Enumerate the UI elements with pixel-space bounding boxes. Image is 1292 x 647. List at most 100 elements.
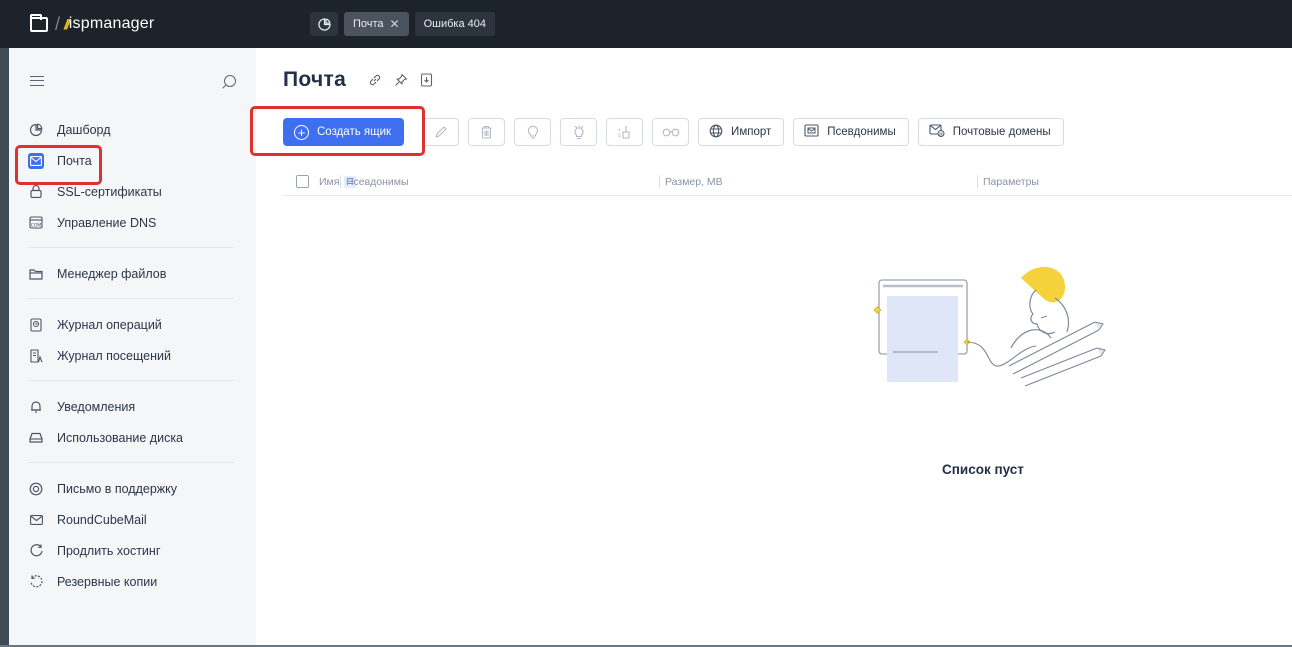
brand-separator: / [55, 13, 61, 34]
import-button[interactable]: Импорт [698, 118, 785, 146]
sidebar-item-label: Управление DNS [57, 215, 157, 230]
import-label: Импорт [731, 126, 772, 138]
tab-error-404[interactable]: Ошибка 404 [414, 12, 496, 36]
lock-icon [28, 184, 44, 200]
empty-list-illustration [873, 266, 1106, 387]
edit-button[interactable] [422, 118, 460, 146]
column-separator [340, 175, 341, 188]
sidebar: Дашборд Почта SSL-сертификаты COM Управл… [9, 48, 256, 645]
tab-error-404-label: Ошибка 404 [423, 18, 487, 30]
svg-text:COM: COM [31, 223, 42, 229]
column-header-name-label: Имя [319, 175, 340, 188]
page-title: Почта [283, 68, 347, 91]
sidebar-item-file-manager[interactable]: Менеджер файлов [22, 258, 234, 289]
sidebar-item-support[interactable]: Письмо в поддержку [22, 473, 234, 504]
disable-button[interactable] [560, 118, 598, 146]
clean-button[interactable] [606, 118, 644, 146]
operations-log-icon [28, 317, 44, 333]
search-icon[interactable] [224, 75, 236, 87]
renew-icon [28, 543, 44, 559]
title-actions [368, 73, 433, 87]
sidebar-divider [28, 247, 234, 248]
sidebar-divider [28, 462, 234, 463]
sidebar-item-renew-hosting[interactable]: Продлить хостинг [22, 535, 234, 566]
title-row: Почта [283, 68, 433, 92]
empty-state-text: Список пуст [942, 462, 1024, 477]
trash-icon [481, 125, 492, 139]
bookmark-icon[interactable] [420, 73, 433, 87]
dashboard-icon [317, 17, 331, 31]
column-header-parameters[interactable]: Параметры [983, 176, 1039, 188]
delete-button[interactable] [468, 118, 506, 146]
link-icon[interactable] [368, 73, 382, 87]
sidebar-item-roundcubemail[interactable]: RoundCubeMail [22, 504, 234, 535]
column-header-aliases[interactable]: Псевдонимы [346, 176, 659, 188]
sidebar-item-label: RoundCubeMail [57, 512, 147, 527]
enable-button[interactable] [514, 118, 552, 146]
top-bar: / // ispmanager Почта ✕ Ошибка 404 [0, 0, 1292, 48]
brand-mark: // [64, 16, 70, 32]
tab-mail[interactable]: Почта ✕ [344, 12, 409, 36]
column-header-size[interactable]: Размер, MB [665, 176, 977, 188]
tab-bar: Почта ✕ Ошибка 404 [310, 12, 496, 36]
sidebar-item-label: Резервные копии [57, 574, 158, 589]
sidebar-item-backups[interactable]: Резервные копии [22, 566, 234, 597]
window-frame [0, 0, 9, 647]
dns-icon: COM [28, 215, 44, 231]
svg-text:@: @ [938, 131, 943, 137]
folder-icon [29, 13, 48, 32]
column-separator [977, 175, 978, 188]
sidebar-nav: Дашборд Почта SSL-сертификаты COM Управл… [9, 114, 256, 597]
close-icon[interactable]: ✕ [390, 17, 400, 31]
sidebar-item-dashboard[interactable]: Дашборд [22, 114, 234, 145]
table-header: Имя ☰ Псевдонимы Размер, MB Параметры [283, 168, 1292, 196]
aliases-icon [804, 124, 819, 140]
sidebar-item-label: Уведомления [57, 399, 136, 414]
select-all-checkbox[interactable] [296, 175, 309, 188]
support-icon [28, 481, 44, 497]
glasses-icon [662, 128, 679, 137]
sidebar-item-label: Использование диска [57, 430, 184, 445]
sidebar-item-label: Журнал посещений [57, 348, 171, 363]
disk-icon [28, 430, 44, 446]
sidebar-item-notifications[interactable]: Уведомления [22, 391, 234, 422]
highlight-frame-create-button [250, 106, 425, 156]
sidebar-item-dns[interactable]: COM Управление DNS [22, 207, 234, 238]
mail-domains-button[interactable]: @ Почтовые домены [917, 118, 1064, 146]
sidebar-item-operations-log[interactable]: Журнал операций [22, 309, 234, 340]
sidebar-item-label: Журнал операций [57, 317, 162, 332]
sidebar-item-label: Дашборд [57, 122, 111, 137]
folder-icon [28, 266, 44, 282]
sidebar-item-label: SSL-сертификаты [57, 184, 162, 199]
brand-name: ispmanager [68, 15, 155, 32]
backup-icon [28, 574, 44, 590]
menu-icon[interactable] [30, 76, 44, 86]
sidebar-header [9, 48, 256, 114]
brand-logo[interactable]: / // ispmanager [29, 13, 280, 35]
view-button[interactable] [652, 118, 690, 146]
pencil-icon [434, 126, 447, 138]
sidebar-item-visits-log[interactable]: Журнал посещений [22, 340, 234, 371]
globe-icon [709, 124, 723, 141]
tab-dashboard[interactable] [310, 12, 338, 36]
sidebar-divider [28, 298, 234, 299]
aliases-label: Псевдонимы [827, 126, 896, 138]
tab-mail-label: Почта [353, 18, 384, 30]
mail-domain-icon: @ [929, 124, 945, 140]
mail-icon [28, 512, 44, 528]
visits-log-icon [28, 348, 44, 364]
lightbulb-off-icon [574, 125, 584, 139]
aliases-button[interactable]: Псевдонимы [793, 118, 909, 146]
highlight-frame-sidebar-mail [15, 145, 102, 185]
sidebar-item-label: Письмо в поддержку [57, 481, 178, 496]
bell-icon [28, 399, 44, 415]
pin-icon[interactable] [394, 73, 408, 87]
sidebar-item-disk-usage[interactable]: Использование диска [22, 422, 234, 453]
sidebar-item-label: Менеджер файлов [57, 266, 167, 281]
sidebar-divider [28, 380, 234, 381]
column-separator [659, 175, 660, 188]
mail-domains-label: Почтовые домены [952, 126, 1051, 138]
lightbulb-icon [527, 125, 538, 139]
sidebar-item-label: Продлить хостинг [57, 543, 161, 558]
dashboard-icon [28, 122, 44, 138]
